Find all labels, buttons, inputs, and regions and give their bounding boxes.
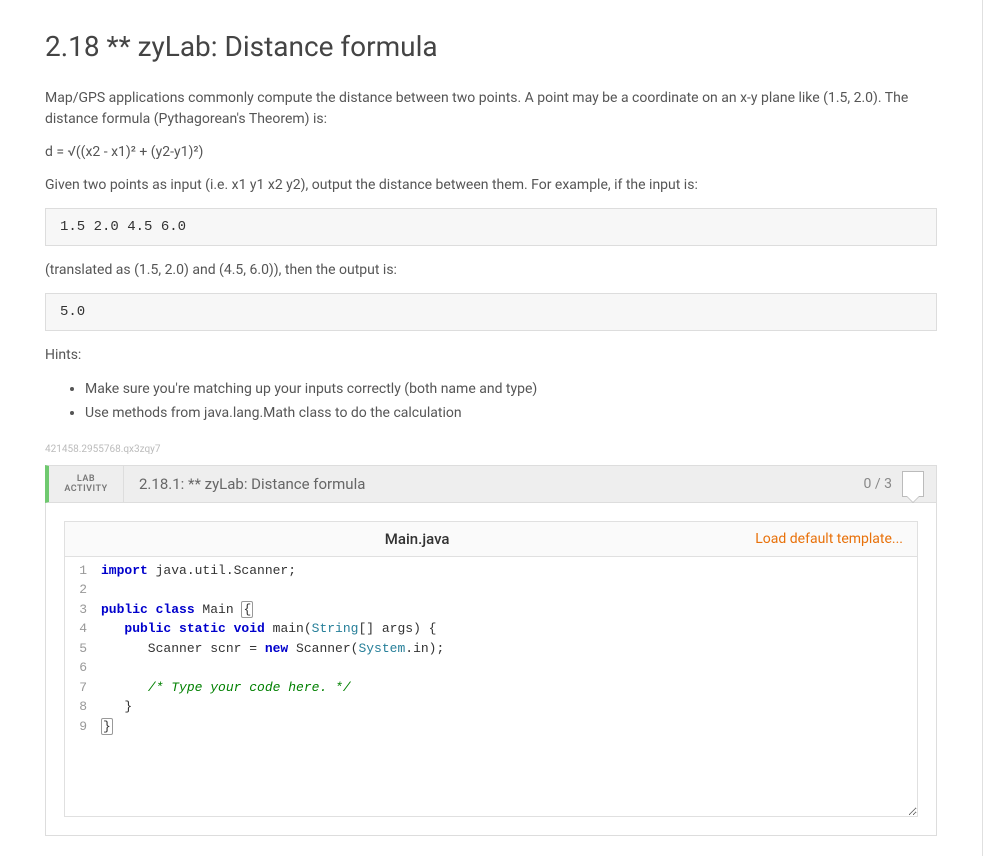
editor-toolbar: Main.java Load default template...: [64, 521, 918, 557]
line-number: 6: [65, 658, 87, 678]
line-number: 2: [65, 580, 87, 600]
hint-item: Make sure you're matching up your inputs…: [85, 378, 937, 402]
code-editor[interactable]: 1 2 3 4 5 6 7 8 9 import java.util.Scann…: [64, 557, 918, 817]
given-text: Given two points as input (i.e. x1 y1 x2…: [45, 175, 937, 196]
hints-list: Make sure you're matching up your inputs…: [85, 378, 937, 426]
lab-label-bottom: ACTIVITY: [64, 484, 107, 494]
code-content[interactable]: import java.util.Scanner; public class M…: [95, 557, 917, 816]
seed-text: 421458.2955768.qx3zqy7: [45, 444, 937, 455]
intro-text: Map/GPS applications commonly compute th…: [45, 88, 937, 130]
line-number: 7: [65, 678, 87, 698]
line-number: 5: [65, 639, 87, 659]
hint-item: Use methods from java.lang.Math class to…: [85, 402, 937, 426]
formula-text: d = √((x2 - x1)² + (y2-y1)²): [45, 142, 937, 163]
line-number: 9: [65, 717, 87, 737]
score-text: 0 / 3: [864, 476, 892, 492]
activity-title: 2.18.1: ** zyLab: Distance formula: [124, 466, 852, 502]
line-number: 1: [65, 561, 87, 581]
problem-description: Map/GPS applications commonly compute th…: [45, 88, 937, 426]
editor-filename: Main.java: [79, 530, 755, 548]
score-badge-icon: [902, 471, 924, 497]
example-output-box: 5.0: [45, 293, 937, 331]
line-number: 4: [65, 619, 87, 639]
line-gutter: 1 2 3 4 5 6 7 8 9: [65, 557, 95, 816]
lab-label-top: LAB: [77, 474, 95, 484]
line-number: 8: [65, 697, 87, 717]
page-title: 2.18 ** zyLab: Distance formula: [45, 30, 937, 63]
hints-label: Hints:: [45, 345, 937, 366]
load-default-link[interactable]: Load default template...: [755, 531, 903, 547]
example-input-box: 1.5 2.0 4.5 6.0: [45, 208, 937, 246]
line-number: 3: [65, 600, 87, 620]
translated-text: (translated as (1.5, 2.0) and (4.5, 6.0)…: [45, 260, 937, 281]
activity-type-label: LAB ACTIVITY: [49, 466, 124, 502]
activity-header: LAB ACTIVITY 2.18.1: ** zyLab: Distance …: [45, 465, 937, 503]
editor-wrap: Main.java Load default template... 1 2 3…: [45, 503, 937, 836]
activity-score: 0 / 3: [852, 466, 936, 502]
